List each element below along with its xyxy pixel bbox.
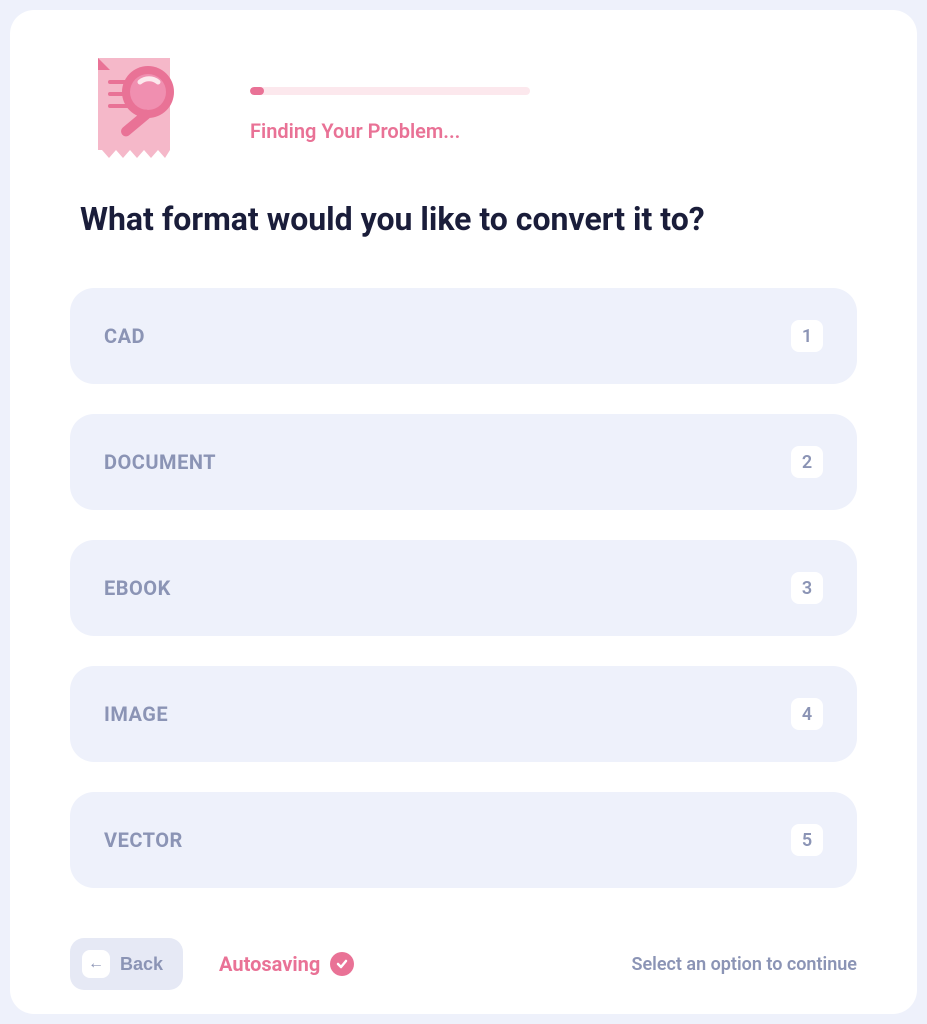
option-image[interactable]: IMAGE 4 [70,666,857,762]
arrow-left-icon: ← [82,950,110,978]
header-row: Finding Your Problem... [70,50,857,170]
progress-section: Finding Your Problem... [250,77,857,143]
option-number-badge: 1 [791,320,823,352]
form-card: Finding Your Problem... What format woul… [10,10,917,1014]
option-number-badge: 4 [791,698,823,730]
back-button[interactable]: ← Back [70,938,183,990]
footer-row: ← Back Autosaving Select an option to co… [70,938,857,990]
option-label: EBOOK [104,576,171,600]
option-vector[interactable]: VECTOR 5 [70,792,857,888]
option-document[interactable]: DOCUMENT 2 [70,414,857,510]
document-search-icon [70,50,190,170]
option-label: IMAGE [104,702,168,726]
autosaving-label: Autosaving [219,952,320,976]
option-number-badge: 3 [791,572,823,604]
progress-fill [250,87,264,95]
continue-hint: Select an option to continue [631,954,857,975]
footer-left: ← Back Autosaving [70,938,354,990]
options-list: CAD 1 DOCUMENT 2 EBOOK 3 IMAGE 4 VECTOR … [70,288,857,888]
option-cad[interactable]: CAD 1 [70,288,857,384]
option-label: CAD [104,324,145,348]
progress-bar [250,87,530,95]
option-number-badge: 2 [791,446,823,478]
back-button-label: Back [120,954,163,975]
option-number-badge: 5 [791,824,823,856]
question-title: What format would you like to convert it… [80,200,857,238]
option-label: DOCUMENT [104,450,216,474]
option-ebook[interactable]: EBOOK 3 [70,540,857,636]
check-icon [330,952,354,976]
autosaving-status: Autosaving [219,952,354,976]
progress-status-text: Finding Your Problem... [250,119,857,143]
option-label: VECTOR [104,828,183,852]
